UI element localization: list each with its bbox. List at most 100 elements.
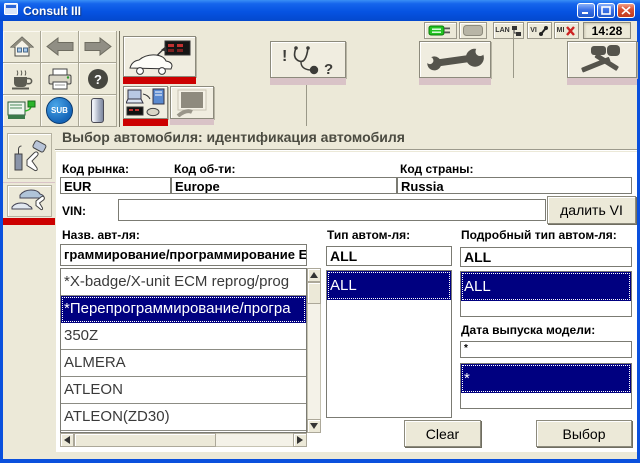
vi-connection-button[interactable] <box>424 22 457 39</box>
vehicle-vi-active-bar <box>123 77 196 84</box>
handset-icon <box>538 25 549 37</box>
vehicle-vi-button[interactable] <box>123 36 196 77</box>
model-date-current: * <box>460 341 632 358</box>
print-button[interactable] <box>41 63 79 95</box>
close-button[interactable] <box>617 3 635 18</box>
connection-button[interactable] <box>123 86 168 119</box>
monitor-plug-icon <box>7 99 37 123</box>
lan-label: LAN <box>495 27 509 34</box>
hand-device-icon <box>11 136 49 176</box>
list-item[interactable]: ATLEON(ZD30) <box>61 404 306 431</box>
home-icon <box>10 36 34 57</box>
list-item[interactable]: ALL <box>461 272 631 301</box>
delete-vin-button[interactable]: далить VI <box>547 196 636 224</box>
mi-label: MI <box>557 27 565 34</box>
green-connector-icon <box>428 24 454 37</box>
diagnosis-inactive-bar <box>270 78 346 85</box>
list-item[interactable]: 350Z <box>61 323 306 350</box>
app-icon <box>4 2 18 20</box>
list-item[interactable]: *X-badge/X-unit ECM reprog/prog <box>61 269 306 296</box>
scroll-left-button[interactable] <box>60 433 74 447</box>
lan-status-button[interactable]: LAN <box>493 22 524 39</box>
window-title: Consult III <box>23 4 81 18</box>
scroll-down-icon <box>310 423 318 429</box>
list-item[interactable]: *Перепрограммирование/програ <box>61 296 306 323</box>
tools-inactive-bar <box>567 78 637 85</box>
blank-status-button[interactable] <box>459 22 487 39</box>
home-button[interactable] <box>3 31 41 63</box>
vin-input[interactable] <box>118 199 546 221</box>
tools-button[interactable] <box>567 41 637 78</box>
car-to-screen-icon <box>128 39 192 75</box>
list-item[interactable]: ALL <box>327 271 451 300</box>
list-item[interactable]: ATLEON <box>61 377 306 404</box>
clear-button[interactable]: Clear <box>404 420 481 447</box>
break-button[interactable] <box>3 63 41 95</box>
hscroll-thumb[interactable] <box>74 433 216 447</box>
help-button[interactable]: ? <box>79 63 117 95</box>
vscroll-thumb[interactable] <box>307 282 321 304</box>
wrench-icon <box>423 45 487 75</box>
page-title: Выбор автомобиля: идентификация автомоби… <box>62 129 405 145</box>
capture-inactive-bar <box>170 119 214 125</box>
diagnosis-button[interactable]: ! ? <box>270 41 346 78</box>
model-date-list: * <box>460 363 632 409</box>
printer-icon <box>47 68 73 90</box>
list-item[interactable]: ALMERA <box>61 350 306 377</box>
list-item[interactable] <box>461 393 631 409</box>
blank-indicator-icon <box>463 25 483 36</box>
minimize-icon <box>581 6 591 15</box>
vi-comm-status-button[interactable]: VI <box>527 22 552 39</box>
clock: 14:28 <box>583 22 631 39</box>
maintenance-button[interactable] <box>419 41 491 78</box>
select-tool-button[interactable] <box>7 133 52 179</box>
red-x-icon <box>565 25 576 37</box>
detailed-type-label: Подробный тип автом-ля: <box>461 228 617 242</box>
country-code-label: Код страны: <box>400 162 474 176</box>
vehicle-select-button[interactable] <box>7 185 52 217</box>
scroll-right-button[interactable] <box>293 433 307 447</box>
vehicle-name-current: граммирование/программирование ECM <box>60 244 307 266</box>
scroll-left-icon <box>64 436 70 444</box>
detailed-type-current: ALL <box>460 247 632 267</box>
capture-button[interactable] <box>170 86 214 119</box>
scroll-up-icon <box>310 272 318 278</box>
vi-connect-button[interactable] <box>3 95 41 127</box>
sub-icon: SUB <box>46 97 73 124</box>
gray-screen-icon <box>174 89 210 117</box>
titlebar: Consult III <box>0 0 640 21</box>
market-code-value: EUR <box>60 177 171 194</box>
crossed-tools-icon <box>577 44 627 76</box>
region-code-value: Europe <box>171 177 397 194</box>
list-item[interactable]: * <box>461 364 631 393</box>
select-button[interactable]: Выбор <box>536 420 632 447</box>
scroll-up-button[interactable] <box>307 268 321 282</box>
vi-label: VI <box>530 27 537 34</box>
connection-active-bar <box>123 119 168 126</box>
forward-arrow-icon <box>84 37 112 56</box>
detailed-type-list: ALL <box>460 271 632 317</box>
forward-button[interactable] <box>79 31 117 63</box>
maximize-icon <box>601 6 611 15</box>
vehicle-type-label: Тип автом-ля: <box>327 228 410 242</box>
vehicle-name-label: Назв. авт-ля: <box>62 228 140 242</box>
minimize-button[interactable] <box>577 3 595 18</box>
mi-comm-status-button[interactable]: MI <box>554 22 579 39</box>
svg-text:?: ? <box>94 72 102 87</box>
country-code-value: Russia <box>397 177 632 194</box>
hand-cars-icon <box>10 187 50 215</box>
maximize-button[interactable] <box>597 3 615 18</box>
maintenance-inactive-bar <box>419 78 491 85</box>
list-item[interactable] <box>461 301 631 317</box>
sub-mode-button[interactable]: SUB <box>41 95 79 127</box>
svg-text:!: ! <box>282 48 287 65</box>
vehicle-name-list: *X-badge/X-unit ECM reprog/prog*Перепрог… <box>60 268 307 433</box>
vehicle-type-list: ALL <box>326 270 452 418</box>
back-button[interactable] <box>41 31 79 63</box>
vin-label: VIN: <box>62 204 86 218</box>
scroll-down-button[interactable] <box>307 419 321 433</box>
battery-button[interactable] <box>79 95 117 127</box>
close-icon <box>621 6 631 15</box>
battery-icon <box>91 98 104 123</box>
model-date-label: Дата выпуска модели: <box>461 323 595 337</box>
